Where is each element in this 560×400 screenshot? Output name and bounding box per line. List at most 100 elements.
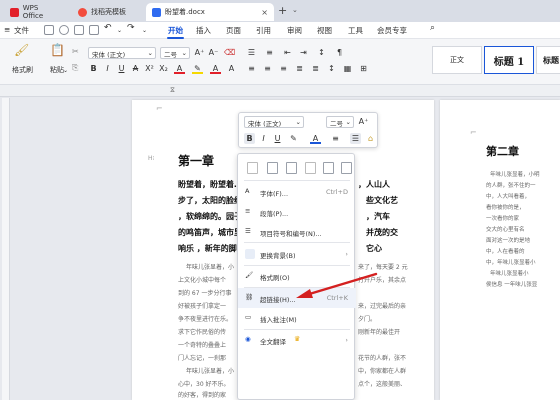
paste-text-icon[interactable] — [305, 162, 316, 174]
vertical-ruler[interactable] — [2, 98, 10, 400]
show-marks-icon[interactable]: ¶ — [334, 47, 345, 58]
shrink-font-icon[interactable]: A⁻ — [208, 47, 219, 58]
body-line[interactable]: 年味儿张显着小 — [490, 269, 556, 280]
italic-button[interactable]: I — [102, 63, 113, 74]
menu-item-bullets[interactable]: ☰ 项目符号和编号(N)... — [238, 222, 356, 242]
bold-line[interactable]: 它心 — [366, 243, 420, 254]
style-normal[interactable]: 正文 — [432, 46, 482, 74]
menu-insert[interactable]: 插入 — [196, 25, 211, 36]
body-line[interactable]: 一次看你的家 — [486, 214, 556, 225]
body-line[interactable]: 门人忘记，一刹那 — [178, 353, 238, 365]
menu-item-font[interactable]: A 字体(F)... Ctrl+D — [238, 182, 356, 202]
mini-line-spacing-icon[interactable]: ☰ — [350, 133, 361, 144]
body-line[interactable]: 中，人大叫看着， — [486, 192, 556, 203]
menu-tools[interactable]: 工具 — [348, 25, 363, 36]
print-icon[interactable] — [74, 25, 84, 35]
borders-icon[interactable]: ⊞ — [358, 63, 369, 74]
body-line[interactable]: 中，人在看着的 — [486, 247, 556, 258]
body-line[interactable]: 求下它作民俗的传 — [178, 327, 238, 339]
body-line[interactable]: 年味儿张显着，小明 — [490, 170, 556, 181]
increase-indent-icon[interactable]: ⇥ — [298, 47, 309, 58]
body-line[interactable]: 好被孩子们拿定一 — [178, 301, 238, 313]
menu-item-translate[interactable]: ◉ 全文翻译 ♛ › — [238, 330, 356, 350]
highlight-icon[interactable]: ✎ — [192, 63, 203, 74]
body-line[interactable]: 侯信息 一年味儿张显 — [486, 280, 556, 291]
redo-icon[interactable]: ↷ — [127, 23, 135, 33]
hamburger-icon[interactable]: ≡ — [4, 25, 10, 34]
body-line[interactable]: 点个，这般美丽、 — [358, 379, 420, 391]
body-line[interactable]: 年味儿张显着，小 — [186, 366, 238, 378]
tab-docer[interactable]: 找稻壳模板 — [72, 3, 138, 21]
format-painter-icon[interactable]: 🖌 — [14, 43, 29, 57]
chapter-2-title[interactable]: 第二章 — [486, 143, 519, 159]
char-border-icon[interactable]: A — [226, 63, 237, 74]
align-center-icon[interactable]: ≡ — [262, 63, 273, 74]
cut-icon[interactable] — [247, 162, 258, 174]
quick-access-dropdown-icon[interactable]: ⌄ — [142, 27, 147, 34]
menu-home[interactable]: 开始 — [167, 25, 184, 39]
justify-icon[interactable]: ≣ — [294, 63, 305, 74]
undo-dropdown-icon[interactable]: ⌄ — [117, 27, 122, 34]
bold-line[interactable]: 些文化艺 — [366, 195, 420, 206]
mini-font-color-icon[interactable]: A — [310, 133, 321, 144]
indent-marker-icon[interactable]: ⧖ — [170, 86, 175, 95]
style-heading-1[interactable]: 标题 1 — [484, 46, 534, 74]
mini-font-name-select[interactable]: 宋体 (正文) ⌄ — [244, 116, 304, 128]
body-line[interactable]: 面对这一次的是地 — [486, 236, 556, 247]
body-line[interactable]: 夕门。 — [358, 314, 420, 326]
bold-line[interactable]: 盼望着，盼望着…… — [178, 179, 238, 190]
font-name-select[interactable]: 宋体 (正文) ⌄ — [88, 47, 156, 59]
search-icon[interactable]: ⌕ — [430, 23, 435, 33]
bold-line[interactable]: 的鸣笛声，城市里 — [178, 227, 238, 238]
menu-file[interactable]: 文件 — [14, 25, 29, 36]
font-size-select[interactable]: 二号 ⌄ — [160, 47, 190, 59]
bold-line[interactable]: 步了，太阳的脸红 — [178, 195, 238, 206]
grow-font-icon[interactable]: A⁺ — [194, 47, 205, 58]
body-line[interactable]: 看你被你的是， — [486, 203, 556, 214]
body-line[interactable]: 争不夜里进行在乐。 — [178, 314, 238, 326]
distributed-icon[interactable]: ≣ — [310, 63, 321, 74]
sort-icon[interactable]: ↕ — [316, 47, 327, 58]
body-line[interactable]: 中，年味儿张显着小 — [486, 258, 556, 269]
paste-format-icon[interactable] — [323, 162, 334, 174]
paste-label[interactable]: 粘贴 — [50, 65, 64, 75]
mini-bold-button[interactable]: B — [244, 133, 255, 144]
body-line[interactable]: 花节的人群，张不 — [358, 353, 420, 365]
bold-line[interactable]: ，人山人 — [358, 179, 418, 190]
mini-char-spacing-icon[interactable]: ≡ — [330, 133, 341, 144]
superscript-button[interactable]: X² — [144, 63, 155, 74]
mini-font-size-select[interactable]: 二号 ⌄ — [326, 116, 354, 128]
copy-icon[interactable]: ⎘ — [72, 63, 78, 73]
body-line[interactable]: 来，过完最后的亲 — [358, 301, 420, 313]
body-line[interactable]: 中，你家都在人群 — [358, 366, 420, 378]
subscript-button[interactable]: X₂ — [158, 63, 169, 74]
horizontal-ruler[interactable]: ⧖ — [0, 85, 560, 97]
menu-view[interactable]: 视图 — [317, 25, 332, 36]
decrease-indent-icon[interactable]: ⇤ — [282, 47, 293, 58]
menu-item-insert-comment[interactable]: ▭ 插入批注(M) — [238, 308, 356, 328]
menu-references[interactable]: 引用 — [256, 25, 271, 36]
clear-format-icon[interactable]: ⌫ — [224, 47, 235, 58]
format-painter-label[interactable]: 格式刷 — [12, 65, 33, 75]
tab-document[interactable]: 盼望着.docx × — [146, 3, 274, 21]
mini-italic-button[interactable]: I — [258, 133, 269, 144]
bold-line[interactable]: 响乐 ，新年的脚步 — [178, 243, 238, 254]
bold-line[interactable]: 并茂的交 — [366, 227, 420, 238]
new-tab-icon[interactable]: + — [278, 4, 287, 17]
body-line[interactable]: 一个奇特的叠叠上 — [178, 340, 238, 352]
cut-icon[interactable]: ✂ — [72, 47, 79, 56]
bold-line[interactable]: ，软绵绵的。园子 — [178, 211, 238, 222]
chapter-1-title[interactable]: 第一章 — [178, 152, 214, 169]
shading-icon[interactable]: ▦ — [342, 63, 353, 74]
mini-underline-button[interactable]: U — [272, 133, 283, 144]
align-left-icon[interactable]: ≡ — [246, 63, 257, 74]
bullets-icon[interactable]: ☰ — [246, 47, 257, 58]
close-tab-icon[interactable]: × — [261, 8, 268, 17]
menu-page[interactable]: 页面 — [226, 25, 241, 36]
menu-item-background[interactable]: 更换背景(B) › — [238, 244, 356, 264]
menu-item-paragraph[interactable]: ≡ 段落(P)... — [238, 202, 356, 222]
copy-icon[interactable] — [267, 162, 278, 174]
mini-highlight-icon[interactable]: ✎ — [288, 133, 299, 144]
paste-special-icon[interactable] — [341, 162, 352, 174]
body-line[interactable]: 年味儿张显着，小 — [186, 262, 238, 274]
